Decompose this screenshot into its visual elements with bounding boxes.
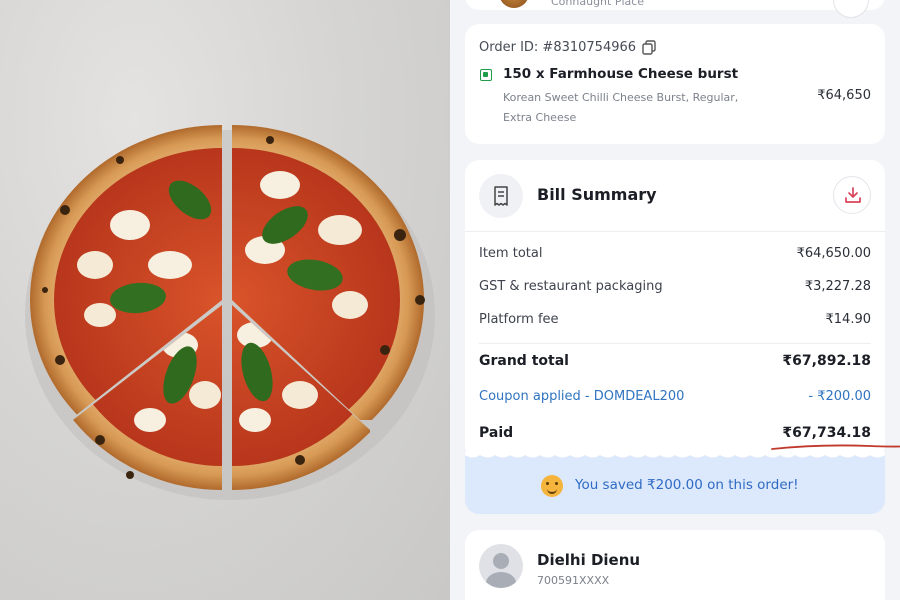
coupon-label: Coupon applied - DOMDEAL200 [479,389,685,404]
coupon-value: - ₹200.00 [808,389,871,404]
zigzag-edge [465,452,885,458]
veg-indicator-icon [480,69,492,81]
bill-summary-title: Bill Summary [537,185,657,204]
item-total-value: ₹64,650.00 [796,246,871,261]
underline-mark [771,444,900,450]
customer-name: Dielhi Dienu [537,551,641,569]
divider [465,231,885,232]
item-total-label: Item total [479,246,543,261]
restaurant-logo [499,0,529,8]
item-description: Korean Sweet Chilli Cheese Burst, Regula… [503,91,739,124]
gst-value: ₹3,227.28 [804,279,871,294]
savings-banner: You saved ₹200.00 on this order! [465,452,885,514]
customer-card: Dielhi Dienu 700591XXXX [465,530,885,600]
savings-text: You saved ₹200.00 on this order! [575,477,799,493]
receipt-icon [479,174,523,218]
item-name: 150 x Farmhouse Cheese burst [503,66,739,82]
order-card: Order ID: #8310754966 150 x Farmhouse Ch… [465,24,885,144]
divider [479,343,871,344]
platform-fee-value: ₹14.90 [825,312,872,327]
pizza-photo [0,0,450,600]
platform-fee-label: Platform fee [479,312,559,327]
restaurant-action-button[interactable] [833,0,869,18]
bill-summary-card: Bill Summary Item total ₹64,650.00 GST &… [465,160,885,460]
copy-icon[interactable] [642,40,656,55]
item-price: ₹64,650 [817,88,871,103]
pizza-icon [25,125,435,500]
paid-value: ₹67,734.18 [782,425,871,441]
customer-phone: 700591XXXX [537,574,610,587]
order-id: Order ID: #8310754966 [479,40,637,55]
grand-total-label: Grand total [479,353,569,369]
paid-label: Paid [479,425,514,441]
grand-total-value: ₹67,892.18 [782,353,871,369]
order-details-panel: Connaught Place Order ID: #8310754966 15… [450,0,900,600]
restaurant-card[interactable]: Connaught Place [465,0,885,18]
download-invoice-button[interactable] [833,176,871,214]
party-emoji-icon [541,475,563,497]
restaurant-location: Connaught Place [551,0,645,8]
download-icon [845,187,861,203]
gst-label: GST & restaurant packaging [479,279,663,294]
avatar [479,544,523,588]
